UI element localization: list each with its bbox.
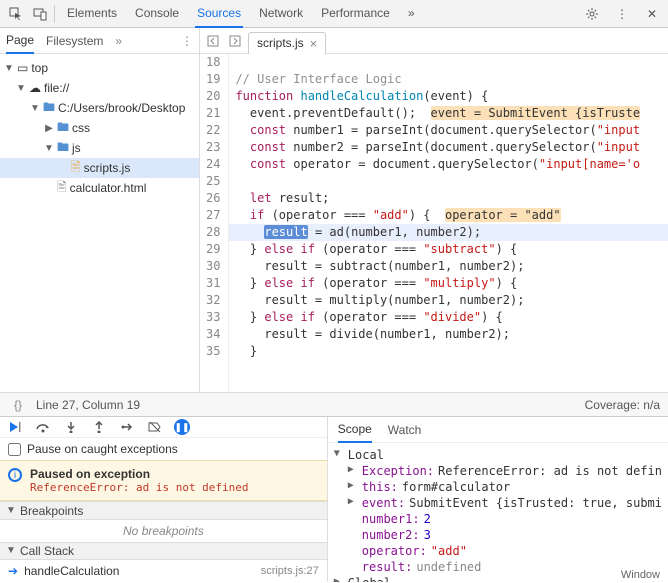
tree-file-scripts[interactable]: 🖹scripts.js (0, 158, 199, 178)
debugger-sidebar: ❚❚ Pause on caught exceptions i Paused o… (0, 417, 328, 582)
devtools-toolbar: Elements Console Sources Network Perform… (0, 0, 668, 28)
step-out-icon[interactable] (90, 418, 108, 436)
folder-icon: 🖿 (57, 138, 69, 159)
frame-location: scripts.js:27 (261, 565, 319, 577)
scope-operator[interactable]: operator: "add" (334, 543, 662, 559)
kebab-icon[interactable]: ⋮ (610, 2, 634, 26)
step-over-icon[interactable] (34, 418, 52, 436)
js-file-icon: 🖹 (71, 158, 81, 179)
scope-local[interactable]: ▼Local (334, 447, 662, 463)
breakpoints-header[interactable]: ▼Breakpoints (0, 501, 327, 519)
nav-fwd-icon[interactable] (226, 32, 244, 50)
tree-file-origin[interactable]: ▼☁file:// (0, 78, 199, 98)
scope-global[interactable]: ▶Global (334, 575, 662, 582)
coverage-status: Coverage: n/a (585, 398, 660, 412)
paused-error: ReferenceError: ad is not defined (30, 481, 249, 494)
more-nav-tabs-icon[interactable]: » (115, 34, 122, 48)
pause-caught-checkbox[interactable] (8, 443, 21, 456)
nav-kebab-icon[interactable]: ⋮ (181, 34, 193, 48)
scope-tab[interactable]: Scope (338, 417, 372, 443)
navigator-pane: Page Filesystem » ⋮ ▼▭top ▼☁file:// ▼🖿C:… (0, 28, 200, 392)
tab-sources[interactable]: Sources (195, 0, 243, 28)
pause-caught-label: Pause on caught exceptions (27, 442, 178, 456)
global-window-label: Window (621, 569, 660, 581)
tab-performance[interactable]: Performance (319, 0, 392, 28)
tree-folder-css[interactable]: ▶🖿css (0, 118, 199, 138)
folder-icon: 🖿 (57, 118, 69, 139)
device-toggle-icon[interactable] (28, 2, 52, 26)
tree-folder-root[interactable]: ▼🖿C:/Users/brook/Desktop (0, 98, 199, 118)
folder-icon: 🖿 (43, 98, 55, 119)
close-tab-icon[interactable]: × (310, 36, 318, 51)
scope-pane: Scope Watch ▼Local ▶Exception: Reference… (328, 417, 668, 582)
inspect-icon[interactable] (4, 2, 28, 26)
editor-status-bar: {} Line 27, Column 19 Coverage: n/a (0, 392, 668, 416)
close-icon[interactable]: ✕ (640, 2, 664, 26)
nav-tab-page[interactable]: Page (6, 28, 34, 54)
pause-exception-icon[interactable]: ❚❚ (174, 419, 190, 435)
watch-tab[interactable]: Watch (388, 418, 422, 442)
frame-name: handleCalculation (24, 564, 119, 578)
nav-tab-filesystem[interactable]: Filesystem (46, 29, 103, 53)
nav-back-icon[interactable] (204, 32, 222, 50)
tab-network[interactable]: Network (257, 0, 305, 28)
debugger-controls: ❚❚ (0, 417, 327, 438)
more-tabs-icon[interactable]: » (406, 0, 417, 28)
tab-elements[interactable]: Elements (65, 0, 119, 28)
code-editor[interactable]: 181920212223242526272829303132333435 // … (200, 54, 668, 392)
callstack-header[interactable]: ▼Call Stack (0, 542, 327, 560)
scope-number1[interactable]: number1: 2 (334, 511, 662, 527)
scope-event[interactable]: ▶event: SubmitEvent {isTrusted: true, su… (334, 495, 662, 511)
gear-icon[interactable] (580, 2, 604, 26)
editor-tab-scripts[interactable]: scripts.js × (248, 32, 326, 54)
scope-result[interactable]: result: undefined (334, 559, 662, 575)
tree-file-calculator[interactable]: 🖹calculator.html (0, 178, 199, 198)
panel-tabs: Elements Console Sources Network Perform… (65, 0, 580, 28)
deactivate-bp-icon[interactable] (146, 418, 164, 436)
resume-icon[interactable] (6, 418, 24, 436)
paused-title: Paused on exception (30, 467, 249, 481)
scope-exception[interactable]: ▶Exception: ReferenceError: ad is not de… (334, 463, 662, 479)
tree-top[interactable]: ▼▭top (0, 58, 199, 78)
paused-banner: i Paused on exception ReferenceError: ad… (0, 460, 327, 501)
file-tree: ▼▭top ▼☁file:// ▼🖿C:/Users/brook/Desktop… (0, 54, 199, 392)
current-frame-icon: ➔ (8, 564, 18, 578)
editor-tab-label: scripts.js (257, 36, 304, 50)
editor-pane: scripts.js × 181920212223242526272829303… (200, 28, 668, 392)
scope-this[interactable]: ▶this: form#calculator (334, 479, 662, 495)
cloud-icon: ☁ (29, 81, 41, 95)
breakpoints-empty: No breakpoints (0, 520, 327, 542)
step-icon[interactable] (118, 418, 136, 436)
tree-folder-js[interactable]: ▼🖿js (0, 138, 199, 158)
info-icon: i (8, 468, 22, 482)
cursor-position: Line 27, Column 19 (36, 398, 140, 412)
tab-console[interactable]: Console (133, 0, 181, 28)
step-into-icon[interactable] (62, 418, 80, 436)
scope-number2[interactable]: number2: 3 (334, 527, 662, 543)
html-file-icon: 🖹 (57, 178, 67, 199)
braces-icon[interactable]: {} (8, 398, 28, 412)
callstack-frame[interactable]: ➔ handleCalculation scripts.js:27 (0, 560, 327, 582)
